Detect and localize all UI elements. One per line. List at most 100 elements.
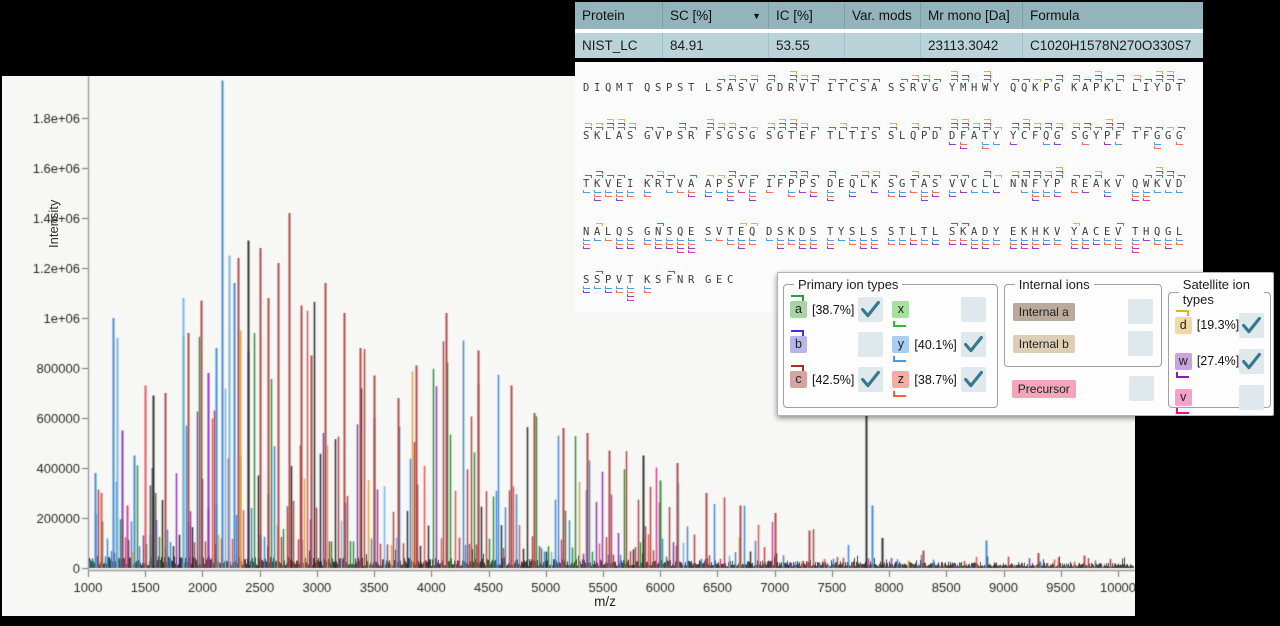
- residue-cell[interactable]: Q: [749, 210, 760, 258]
- residue-cell[interactable]: K: [788, 210, 799, 258]
- residue-cell[interactable]: G: [727, 114, 738, 162]
- column-header-formula[interactable]: Formula: [1023, 2, 1203, 29]
- residue-cell[interactable]: Q: [1010, 66, 1021, 114]
- checkbox-precursor[interactable]: [1129, 376, 1154, 401]
- residue-cell[interactable]: T: [666, 162, 677, 210]
- residue-cell[interactable]: K: [644, 258, 655, 306]
- residue-cell[interactable]: S: [860, 66, 871, 114]
- residue-cell[interactable]: E: [688, 210, 699, 258]
- residue-cell[interactable]: C: [1093, 210, 1104, 258]
- residue-cell[interactable]: P: [1093, 66, 1104, 114]
- residue-cell[interactable]: F: [1032, 114, 1043, 162]
- residue-cell[interactable]: Y: [993, 210, 1004, 258]
- residue-cell[interactable]: G: [777, 114, 788, 162]
- checkbox-ion-v[interactable]: [1239, 385, 1264, 410]
- residue-cell[interactable]: Q: [605, 66, 616, 114]
- residue-cell[interactable]: A: [1082, 210, 1093, 258]
- residue-cell[interactable]: L: [1176, 210, 1187, 258]
- residue-cell[interactable]: V: [960, 162, 971, 210]
- residue-cell[interactable]: T: [810, 66, 821, 114]
- residue-cell[interactable]: G: [1082, 114, 1093, 162]
- residue-cell[interactable]: I: [860, 114, 871, 162]
- residue-cell[interactable]: D: [1165, 66, 1176, 114]
- residue-cell[interactable]: V: [749, 66, 760, 114]
- checkbox-ion-w[interactable]: [1239, 349, 1264, 374]
- residue-cell[interactable]: T: [982, 114, 993, 162]
- residue-cell[interactable]: H: [971, 66, 982, 114]
- residue-cell[interactable]: F: [810, 114, 821, 162]
- residue-cell[interactable]: L: [860, 162, 871, 210]
- residue-cell[interactable]: P: [1054, 162, 1065, 210]
- residue-cell[interactable]: R: [1071, 162, 1082, 210]
- checkbox-ion-z[interactable]: [961, 367, 986, 392]
- residue-cell[interactable]: Y: [993, 66, 1004, 114]
- residue-cell[interactable]: D: [799, 210, 810, 258]
- column-header-var-mods[interactable]: Var. mods: [845, 2, 921, 29]
- residue-cell[interactable]: K: [960, 210, 971, 258]
- residue-cell[interactable]: C: [971, 162, 982, 210]
- residue-cell[interactable]: L: [860, 210, 871, 258]
- residue-cell[interactable]: E: [616, 162, 627, 210]
- checkbox-ion-a[interactable]: [858, 297, 883, 322]
- residue-cell[interactable]: S: [766, 114, 777, 162]
- residue-cell[interactable]: K: [1032, 66, 1043, 114]
- residue-cell[interactable]: D: [583, 66, 594, 114]
- residue-cell[interactable]: G: [1165, 210, 1176, 258]
- residue-cell[interactable]: K: [644, 162, 655, 210]
- sort-descending-icon[interactable]: ▼: [752, 11, 761, 21]
- residue-cell[interactable]: A: [1082, 66, 1093, 114]
- residue-cell[interactable]: P: [1104, 114, 1115, 162]
- residue-cell[interactable]: A: [1093, 162, 1104, 210]
- residue-cell[interactable]: S: [888, 210, 899, 258]
- residue-cell[interactable]: T: [688, 66, 699, 114]
- residue-cell[interactable]: V: [921, 66, 932, 114]
- residue-cell[interactable]: S: [871, 114, 882, 162]
- residue-cell[interactable]: I: [766, 162, 777, 210]
- residue-cell[interactable]: L: [993, 162, 1004, 210]
- residue-cell[interactable]: L: [1132, 66, 1143, 114]
- residue-cell[interactable]: R: [910, 66, 921, 114]
- residue-cell[interactable]: G: [1054, 114, 1065, 162]
- residue-cell[interactable]: Q: [1021, 66, 1032, 114]
- residue-cell[interactable]: E: [838, 162, 849, 210]
- residue-cell[interactable]: H: [1143, 210, 1154, 258]
- residue-cell[interactable]: K: [1154, 162, 1165, 210]
- residue-cell[interactable]: I: [627, 162, 638, 210]
- residue-cell[interactable]: N: [1021, 162, 1032, 210]
- residue-cell[interactable]: T: [827, 210, 838, 258]
- residue-cell[interactable]: L: [899, 114, 910, 162]
- residue-cell[interactable]: Q: [1154, 210, 1165, 258]
- residue-cell[interactable]: L: [605, 210, 616, 258]
- checkbox-ion-c[interactable]: [858, 367, 883, 392]
- residue-cell[interactable]: T: [910, 162, 921, 210]
- residue-cell[interactable]: D: [766, 210, 777, 258]
- checkbox-ion-b[interactable]: [858, 332, 883, 357]
- residue-cell[interactable]: S: [716, 114, 727, 162]
- residue-cell[interactable]: G: [1154, 114, 1165, 162]
- residue-cell[interactable]: R: [788, 66, 799, 114]
- residue-cell[interactable]: L: [605, 114, 616, 162]
- residue-cell[interactable]: N: [677, 258, 688, 306]
- residue-cell[interactable]: Q: [616, 210, 627, 258]
- residue-cell[interactable]: D: [982, 210, 993, 258]
- residue-cell[interactable]: R: [655, 162, 666, 210]
- residue-cell[interactable]: V: [1054, 210, 1065, 258]
- residue-cell[interactable]: E: [738, 210, 749, 258]
- residue-cell[interactable]: I: [1143, 66, 1154, 114]
- residue-cell[interactable]: G: [766, 66, 777, 114]
- residue-cell[interactable]: T: [921, 210, 932, 258]
- checkbox-ion-x[interactable]: [961, 297, 986, 322]
- residue-cell[interactable]: Q: [910, 114, 921, 162]
- residue-cell[interactable]: W: [1143, 162, 1154, 210]
- residue-cell[interactable]: K: [594, 114, 605, 162]
- residue-cell[interactable]: M: [960, 66, 971, 114]
- residue-cell[interactable]: Q: [849, 162, 860, 210]
- residue-cell[interactable]: Q: [1043, 114, 1054, 162]
- checkbox-ion-d[interactable]: [1239, 313, 1264, 338]
- residue-cell[interactable]: S: [627, 210, 638, 258]
- residue-cell[interactable]: I: [827, 66, 838, 114]
- residue-cell[interactable]: L: [705, 66, 716, 114]
- residue-cell[interactable]: S: [655, 66, 666, 114]
- residue-cell[interactable]: V: [616, 258, 627, 306]
- residue-cell[interactable]: V: [677, 162, 688, 210]
